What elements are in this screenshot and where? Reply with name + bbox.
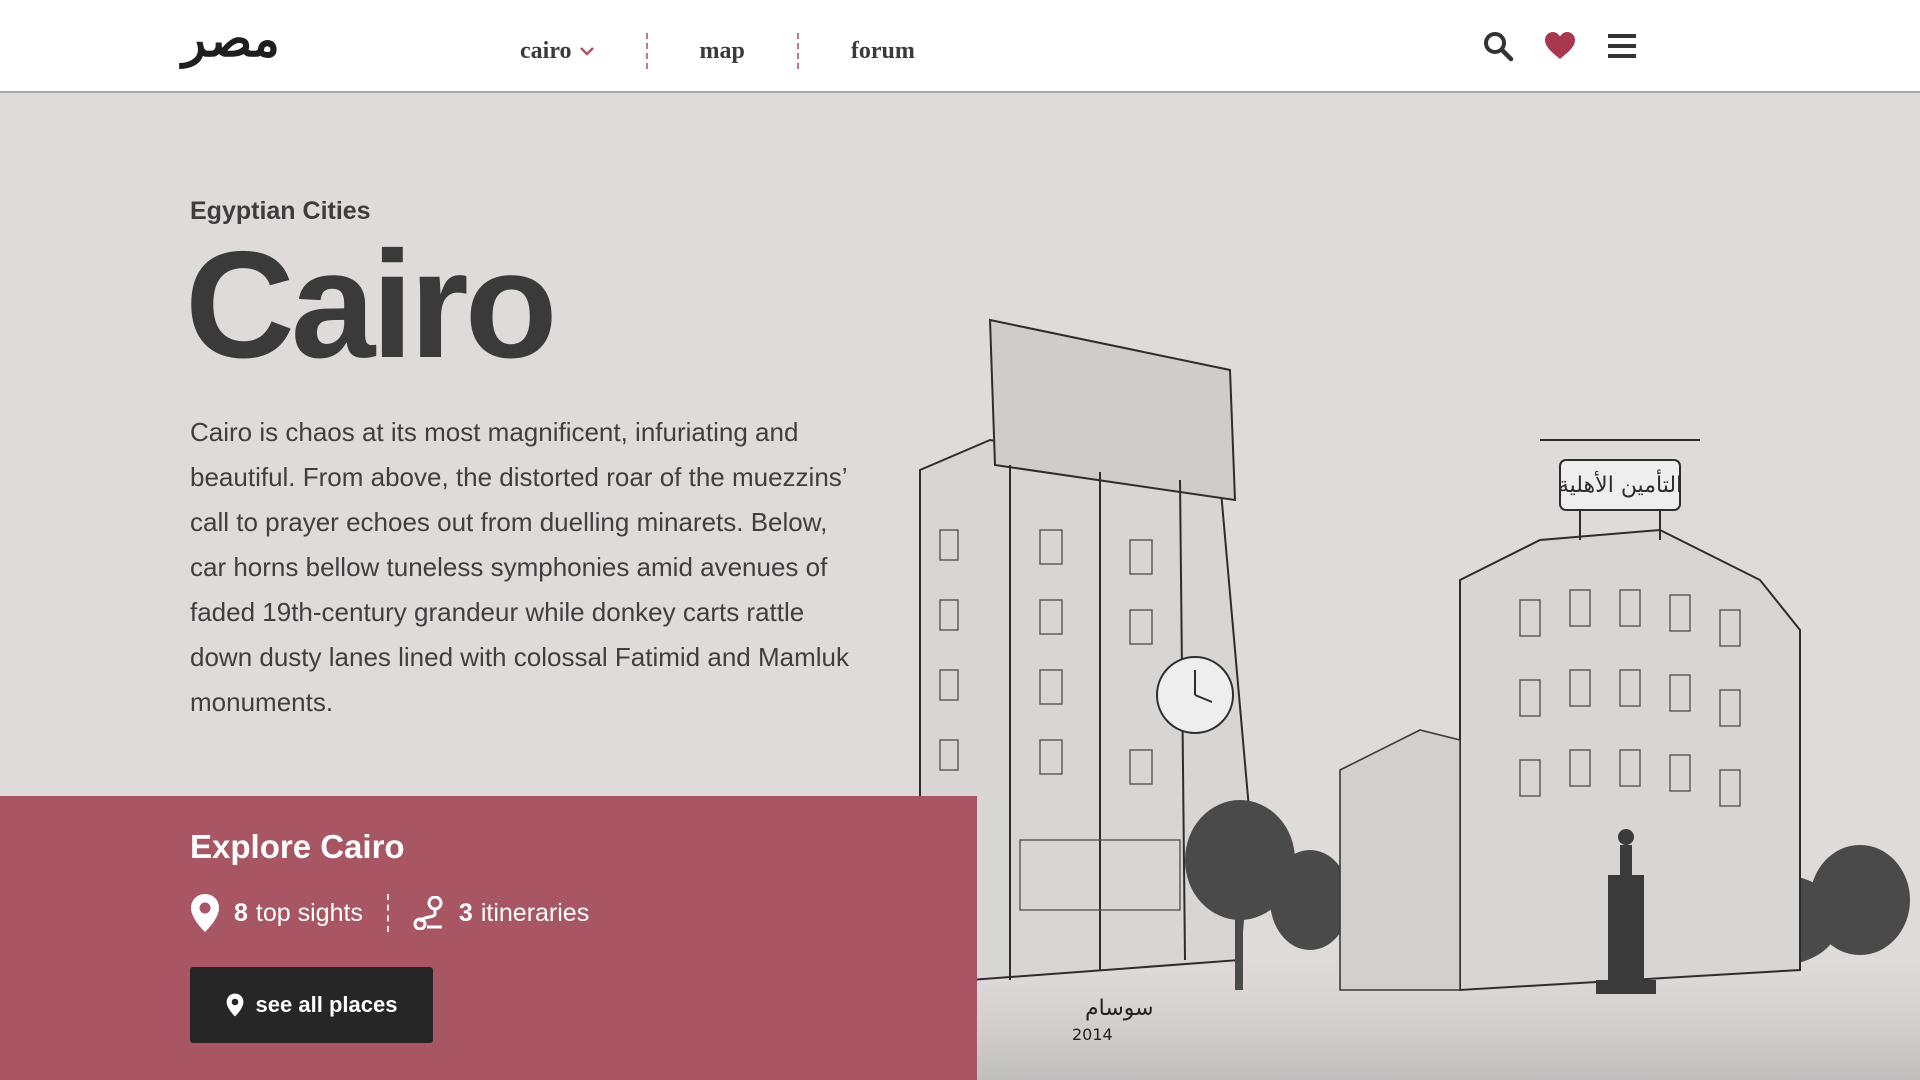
nav-item-label: map (699, 37, 745, 64)
explore-stats: 8 top sights 3 itineraries (190, 893, 589, 933)
route-icon (413, 896, 443, 930)
menu-icon[interactable] (1606, 30, 1638, 62)
page-title: Cairo (185, 220, 558, 390)
nav-item-label: forum (850, 37, 915, 64)
nav-item-label: cairo (520, 37, 572, 64)
explore-title: Explore Cairo (190, 828, 405, 865)
site-logo[interactable]: مصر (182, 14, 280, 64)
map-pin-icon (226, 993, 243, 1017)
search-icon[interactable] (1482, 30, 1514, 62)
artist-signature: سوسام (1085, 996, 1154, 1021)
header-actions (1482, 30, 1638, 62)
chevron-down-icon (579, 47, 594, 56)
map-pin-icon (191, 894, 219, 932)
cairo-street-illustration: التأمين الأهلية سوسام 2014 (900, 318, 1920, 1080)
nav-divider (796, 33, 799, 69)
building-sign: التأمين الأهلية (1558, 469, 1682, 498)
heart-icon[interactable] (1544, 30, 1576, 62)
artist-signature-year: 2014 (1072, 1025, 1113, 1044)
see-all-places-button[interactable]: see all places (190, 967, 433, 1043)
nav-item-forum[interactable]: forum (851, 38, 915, 65)
itineraries-label: itineraries (480, 898, 590, 927)
top-navigation-bar: مصر cairo map forum (0, 0, 1920, 93)
nav-item-cairo[interactable]: cairo (520, 38, 594, 65)
top-sights-count: 8 (234, 898, 248, 927)
intro-paragraph: Cairo is chaos at its most magnificent, … (190, 417, 849, 717)
explore-panel: Explore Cairo 8 top sights 3 itineraries (0, 796, 977, 1080)
main-nav: cairo map forum (520, 31, 915, 71)
stats-divider (386, 894, 389, 932)
nav-divider (645, 33, 648, 69)
itineraries-stat[interactable]: 3 itineraries (413, 896, 589, 930)
top-sights-label: top sights (255, 898, 363, 927)
top-sights-stat[interactable]: 8 top sights (190, 893, 363, 933)
itineraries-count: 3 (458, 898, 473, 927)
nav-item-map[interactable]: map (700, 38, 745, 65)
see-all-places-label: see all places (255, 992, 398, 1017)
